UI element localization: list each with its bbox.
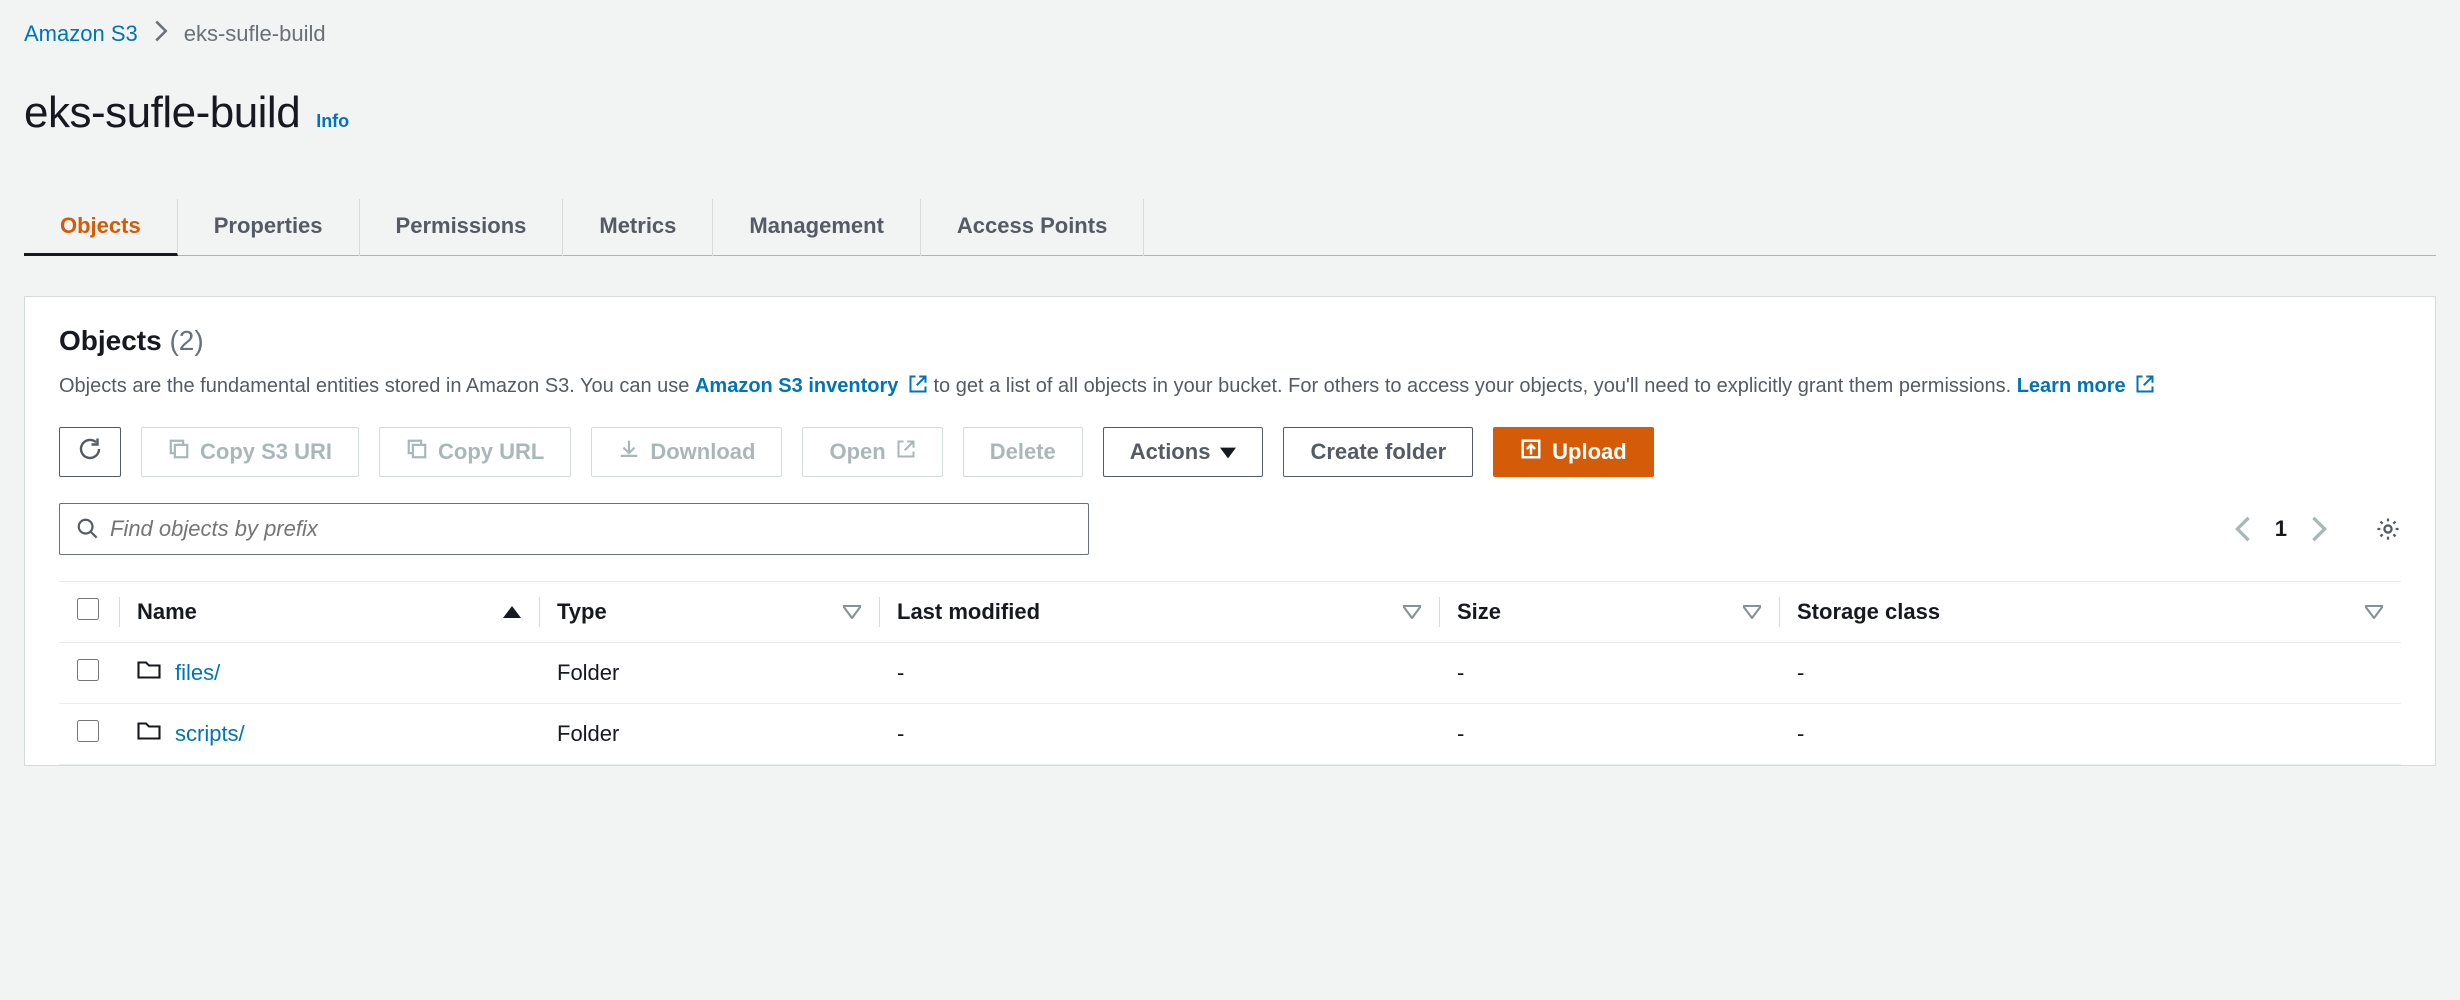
download-icon <box>618 438 640 466</box>
panel-count: (2) <box>169 325 203 356</box>
upload-icon <box>1520 438 1542 466</box>
tab-properties[interactable]: Properties <box>178 199 360 256</box>
s3-inventory-link-text: Amazon S3 inventory <box>695 375 898 397</box>
pager-next[interactable] <box>2311 516 2327 542</box>
refresh-icon <box>78 437 102 467</box>
copy-icon <box>168 438 190 466</box>
pager-prev[interactable] <box>2235 516 2251 542</box>
open-button[interactable]: Open <box>802 427 942 477</box>
panel-title-text: Objects <box>59 325 162 356</box>
sort-icon <box>1403 599 1421 625</box>
panel-description: Objects are the fundamental entities sto… <box>59 371 2401 403</box>
page-title: eks-sufle-build <box>24 88 300 138</box>
learn-more-text: Learn more <box>2017 375 2126 397</box>
copy-url-label: Copy URL <box>438 439 544 465</box>
upload-button[interactable]: Upload <box>1493 427 1654 477</box>
search-icon <box>76 517 98 542</box>
row-checkbox[interactable] <box>77 659 99 681</box>
delete-button[interactable]: Delete <box>963 427 1083 477</box>
upload-label: Upload <box>1552 439 1627 465</box>
th-storage-class[interactable]: Storage class <box>1779 582 2401 643</box>
refresh-button[interactable] <box>59 427 121 477</box>
learn-more-link[interactable]: Learn more <box>2017 375 2156 397</box>
row-checkbox[interactable] <box>77 720 99 742</box>
tab-permissions[interactable]: Permissions <box>360 199 564 256</box>
cell-size: - <box>1439 643 1779 704</box>
th-last-modified-label: Last modified <box>897 599 1040 625</box>
delete-label: Delete <box>990 439 1056 465</box>
copy-icon <box>406 438 428 466</box>
sort-icon <box>2365 599 2383 625</box>
create-folder-label: Create folder <box>1310 439 1446 465</box>
th-type-label: Type <box>557 599 607 625</box>
breadcrumb: Amazon S3 eks-sufle-build <box>24 20 2436 48</box>
table-row: scripts/ Folder - - - <box>59 704 2401 765</box>
info-link[interactable]: Info <box>316 111 349 132</box>
folder-icon <box>137 720 161 748</box>
select-all-checkbox[interactable] <box>77 598 99 620</box>
th-last-modified[interactable]: Last modified <box>879 582 1439 643</box>
search-box[interactable] <box>59 503 1089 555</box>
th-name[interactable]: Name <box>119 582 539 643</box>
toolbar: Copy S3 URI Copy URL Download Open <box>59 427 2401 477</box>
create-folder-button[interactable]: Create folder <box>1283 427 1473 477</box>
chevron-right-icon <box>154 20 168 48</box>
panel-desc-b: to get a list of all objects in your buc… <box>933 375 2016 397</box>
copy-s3-uri-label: Copy S3 URI <box>200 439 332 465</box>
object-name-link[interactable]: scripts/ <box>175 721 245 747</box>
sort-icon <box>843 599 861 625</box>
cell-type: Folder <box>539 643 879 704</box>
copy-s3-uri-button[interactable]: Copy S3 URI <box>141 427 359 477</box>
settings-button[interactable] <box>2375 516 2401 542</box>
tab-management[interactable]: Management <box>713 199 920 256</box>
actions-button[interactable]: Actions <box>1103 427 1264 477</box>
th-name-label: Name <box>137 599 197 625</box>
table-row: files/ Folder - - - <box>59 643 2401 704</box>
cell-storage-class: - <box>1779 643 2401 704</box>
cell-size: - <box>1439 704 1779 765</box>
cell-last-modified: - <box>879 704 1439 765</box>
download-label: Download <box>650 439 755 465</box>
search-input[interactable] <box>110 516 1072 542</box>
object-name-link[interactable]: files/ <box>175 660 220 686</box>
th-storage-class-label: Storage class <box>1797 599 1940 625</box>
cell-type: Folder <box>539 704 879 765</box>
cell-storage-class: - <box>1779 704 2401 765</box>
sort-icon <box>1743 599 1761 625</box>
tab-metrics[interactable]: Metrics <box>563 199 713 256</box>
panel-title: Objects (2) <box>59 325 2401 357</box>
folder-icon <box>137 659 161 687</box>
pager-current: 1 <box>2275 516 2287 542</box>
th-size[interactable]: Size <box>1439 582 1779 643</box>
download-button[interactable]: Download <box>591 427 782 477</box>
th-type[interactable]: Type <box>539 582 879 643</box>
open-label: Open <box>829 439 885 465</box>
breadcrumb-root-link[interactable]: Amazon S3 <box>24 21 138 47</box>
pager: 1 <box>2235 516 2327 542</box>
s3-inventory-link[interactable]: Amazon S3 inventory <box>695 375 934 397</box>
breadcrumb-current: eks-sufle-build <box>184 21 326 47</box>
external-link-icon <box>2135 373 2155 403</box>
caret-down-icon <box>1220 439 1236 465</box>
external-link-icon <box>896 439 916 465</box>
sort-asc-icon <box>503 599 521 625</box>
actions-label: Actions <box>1130 439 1211 465</box>
objects-panel: Objects (2) Objects are the fundamental … <box>24 296 2436 766</box>
tab-access-points[interactable]: Access Points <box>921 199 1144 256</box>
th-select <box>59 582 119 643</box>
panel-desc-a: Objects are the fundamental entities sto… <box>59 375 695 397</box>
objects-table: Name Type <box>59 581 2401 765</box>
cell-last-modified: - <box>879 643 1439 704</box>
tab-objects[interactable]: Objects <box>24 199 178 256</box>
tabs: Objects Properties Permissions Metrics M… <box>24 198 2436 256</box>
external-link-icon <box>908 373 928 403</box>
th-size-label: Size <box>1457 599 1501 625</box>
copy-url-button[interactable]: Copy URL <box>379 427 571 477</box>
